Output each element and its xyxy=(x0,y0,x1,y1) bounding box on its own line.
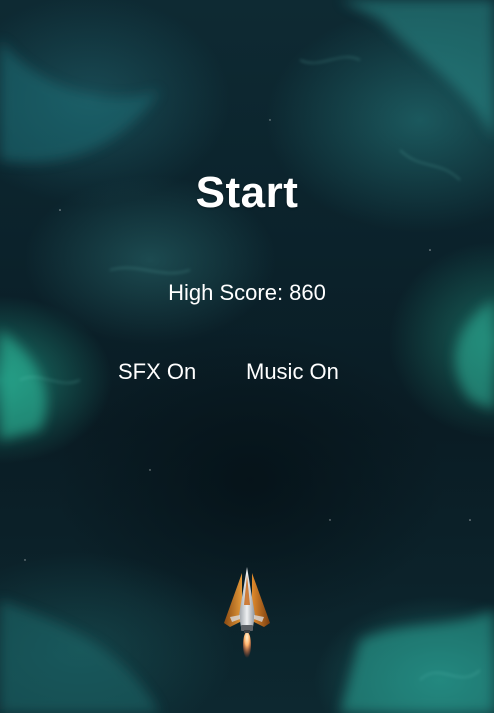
start-button[interactable]: Start xyxy=(0,168,494,218)
spaceship-icon xyxy=(224,567,270,658)
sfx-toggle[interactable]: SFX On xyxy=(118,359,196,385)
game-screen: Start High Score: 860 SFX On Music On xyxy=(0,0,494,713)
music-toggle[interactable]: Music On xyxy=(246,359,339,385)
high-score-label: High Score: 860 xyxy=(168,280,326,305)
